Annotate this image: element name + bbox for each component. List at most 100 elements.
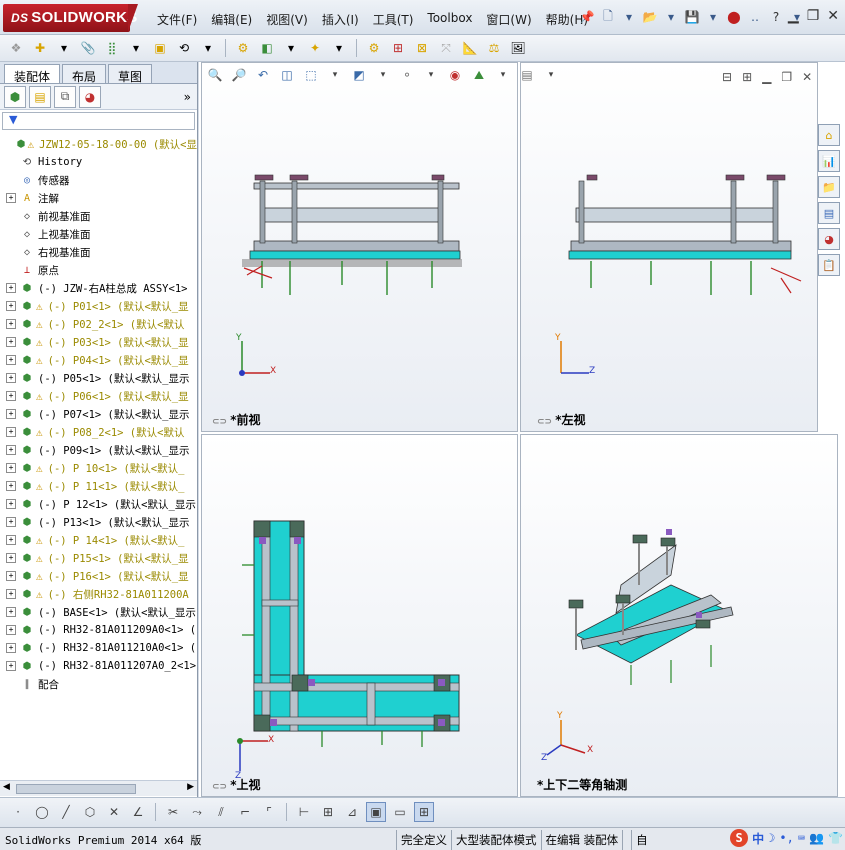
tree-filter[interactable]: ▼: [2, 112, 195, 130]
dropdown-icon[interactable]: ▾: [542, 66, 560, 84]
expand-icon[interactable]: +: [6, 427, 16, 437]
dropdown-icon[interactable]: ▾: [374, 66, 392, 84]
expand-icon[interactable]: +: [6, 517, 16, 527]
point-icon[interactable]: ·: [8, 802, 28, 822]
tree-item[interactable]: + ⬢ ⚠ (-) P08_2<1> (默认<默认: [0, 423, 197, 441]
tree-item[interactable]: + ⬢ ⚠ (-) 右侧RH32-81A011200A: [0, 585, 197, 603]
zoom-to-fit-icon[interactable]: 🔍: [206, 66, 224, 84]
line-icon[interactable]: ╱: [56, 802, 76, 822]
clearance-icon[interactable]: ⊠: [412, 38, 432, 58]
mate-paperclip-icon[interactable]: 📎: [78, 38, 98, 58]
viewport-front[interactable]: Y X ⊂⊃ *前视: [201, 62, 518, 432]
component-icon[interactable]: ❖: [6, 38, 26, 58]
assembly-features-icon[interactable]: ⚙: [233, 38, 253, 58]
tree-item[interactable]: ∥ 配合: [0, 675, 197, 693]
tree-item[interactable]: + ⬢ (-) RH32-81A011209A0<1> (: [0, 621, 197, 639]
menu-tools[interactable]: 工具(T): [366, 9, 421, 30]
tree-item[interactable]: ◇ 上视基准面: [0, 225, 197, 243]
expand-icon[interactable]: +: [6, 355, 16, 365]
pattern-icon[interactable]: ⣿: [102, 38, 122, 58]
ime-user-icon[interactable]: 👥: [809, 831, 824, 845]
dropdown-icon[interactable]: ▾: [494, 66, 512, 84]
tree-item[interactable]: + ⬢ (-) BASE<1> (默认<默认_显示: [0, 603, 197, 621]
sogou-ime-icon[interactable]: S: [730, 829, 749, 847]
view-settings-icon[interactable]: ▤: [518, 66, 536, 84]
scroll-left-icon[interactable]: ◀: [3, 782, 10, 792]
measure-icon[interactable]: 📐: [460, 38, 480, 58]
menu-edit[interactable]: 编辑(E): [204, 9, 259, 30]
edit-appearance-icon[interactable]: ◉: [446, 66, 464, 84]
tree-item[interactable]: + ⬢ ⚠ (-) P15<1> (默认<默认_显: [0, 549, 197, 567]
tree-item[interactable]: + ⬢ (-) JZW-右A柱总成 ASSY<1>: [0, 279, 197, 297]
viewport-isometric[interactable]: Y X Z *上下二等角轴测: [520, 434, 838, 797]
solidworks-logo[interactable]: DS SOLIDWORKS: [3, 4, 137, 32]
tree-item[interactable]: ◇ 右视基准面: [0, 243, 197, 261]
scrollbar-thumb[interactable]: [16, 784, 136, 794]
tree-item[interactable]: + ⬢ (-) RH32-81A011210A0<1> (: [0, 639, 197, 657]
expand-panel-icon[interactable]: »: [184, 90, 191, 104]
feature-manager-icon[interactable]: ⬢: [4, 85, 26, 108]
expand-icon[interactable]: +: [6, 643, 16, 653]
expand-icon[interactable]: +: [6, 499, 16, 509]
tree-item[interactable]: + ⬢ ⚠ (-) P04<1> (默认<默认_显: [0, 351, 197, 369]
cross-icon[interactable]: ✕: [104, 802, 124, 822]
expand-icon[interactable]: +: [6, 553, 16, 563]
expand-icon[interactable]: +: [6, 337, 16, 347]
corner-icon[interactable]: ⌐: [235, 802, 255, 822]
tree-item[interactable]: + ⬢ (-) P05<1> (默认<默认_显示: [0, 369, 197, 387]
pushpin-icon[interactable]: 📌: [578, 8, 596, 26]
tree-item[interactable]: ◇ 前视基准面: [0, 207, 197, 225]
viewport-close-icon[interactable]: ✕: [802, 70, 812, 84]
dropdown-icon[interactable]: ▾: [326, 66, 344, 84]
expand-icon[interactable]: +: [6, 625, 16, 635]
menu-toolbox[interactable]: Toolbox: [420, 9, 479, 30]
circle-icon[interactable]: ◯: [32, 802, 52, 822]
single-view-icon[interactable]: ▭: [390, 802, 410, 822]
expand-icon[interactable]: +: [6, 445, 16, 455]
polygon-icon[interactable]: ⬡: [80, 802, 100, 822]
help-icon[interactable]: ?: [767, 8, 785, 26]
status-custom[interactable]: 自: [631, 830, 652, 850]
restore-icon[interactable]: ❐: [807, 8, 820, 24]
previous-view-icon[interactable]: ↶: [254, 66, 272, 84]
close-icon[interactable]: ✕: [827, 8, 839, 24]
zoom-to-area-icon[interactable]: 🔎: [230, 66, 248, 84]
trim-icon[interactable]: ✂: [163, 802, 183, 822]
expand-icon[interactable]: +: [6, 373, 16, 383]
expand-icon[interactable]: +: [6, 463, 16, 473]
tree-item[interactable]: ⊥ 原点: [0, 261, 197, 279]
hide-show-items-icon[interactable]: ⚬: [398, 66, 416, 84]
interference-icon[interactable]: ⊞: [388, 38, 408, 58]
tree-item[interactable]: ⟲ History: [0, 153, 197, 171]
tree-item[interactable]: + ⬢ ⚠ (-) P 10<1> (默认<默认_: [0, 459, 197, 477]
tab-layout[interactable]: 布局: [62, 64, 107, 84]
ime-moon-icon[interactable]: ☽: [768, 831, 775, 845]
dimension-icon[interactable]: ⊢: [294, 802, 314, 822]
appearances-icon[interactable]: ◕: [818, 228, 840, 250]
tile-views-icon[interactable]: ⊞: [742, 70, 752, 84]
snapshot-icon[interactable]: 🖼: [508, 38, 528, 58]
dropdown-icon[interactable]: ▾: [704, 8, 722, 26]
keyboard-icon[interactable]: ⌨: [798, 831, 805, 845]
menu-view[interactable]: 视图(V): [259, 9, 315, 30]
expand-icon[interactable]: +: [6, 535, 16, 545]
tree-item[interactable]: + ⬢ ⚠ (-) P06<1> (默认<默认_显: [0, 387, 197, 405]
view-orientation-icon[interactable]: ⬚: [302, 66, 320, 84]
minimize-icon[interactable]: ▁: [788, 8, 799, 24]
expand-icon[interactable]: +: [6, 589, 16, 599]
tree-item[interactable]: + ⬢ ⚠ (-) P03<1> (默认<默认_显: [0, 333, 197, 351]
offset-icon[interactable]: ⫽: [211, 802, 231, 822]
scroll-right-icon[interactable]: ▶: [187, 782, 194, 792]
viewport-left[interactable]: Y Z ⊂⊃ *左视: [520, 62, 818, 432]
dropdown-icon[interactable]: ▾: [329, 38, 349, 58]
view-palette-icon[interactable]: ▤: [818, 202, 840, 224]
expand-icon[interactable]: +: [6, 661, 16, 671]
move-component-icon[interactable]: ⟲: [174, 38, 194, 58]
viewport-restore-icon[interactable]: ❐: [781, 70, 792, 84]
extend-icon[interactable]: ⤳: [187, 802, 207, 822]
expand-icon[interactable]: +: [6, 193, 16, 203]
grid-icon[interactable]: ⊞: [318, 802, 338, 822]
link-views-icon[interactable]: ⊟: [722, 70, 732, 84]
custom-properties-icon[interactable]: 📋: [818, 254, 840, 276]
file-explorer-icon[interactable]: 📁: [818, 176, 840, 198]
